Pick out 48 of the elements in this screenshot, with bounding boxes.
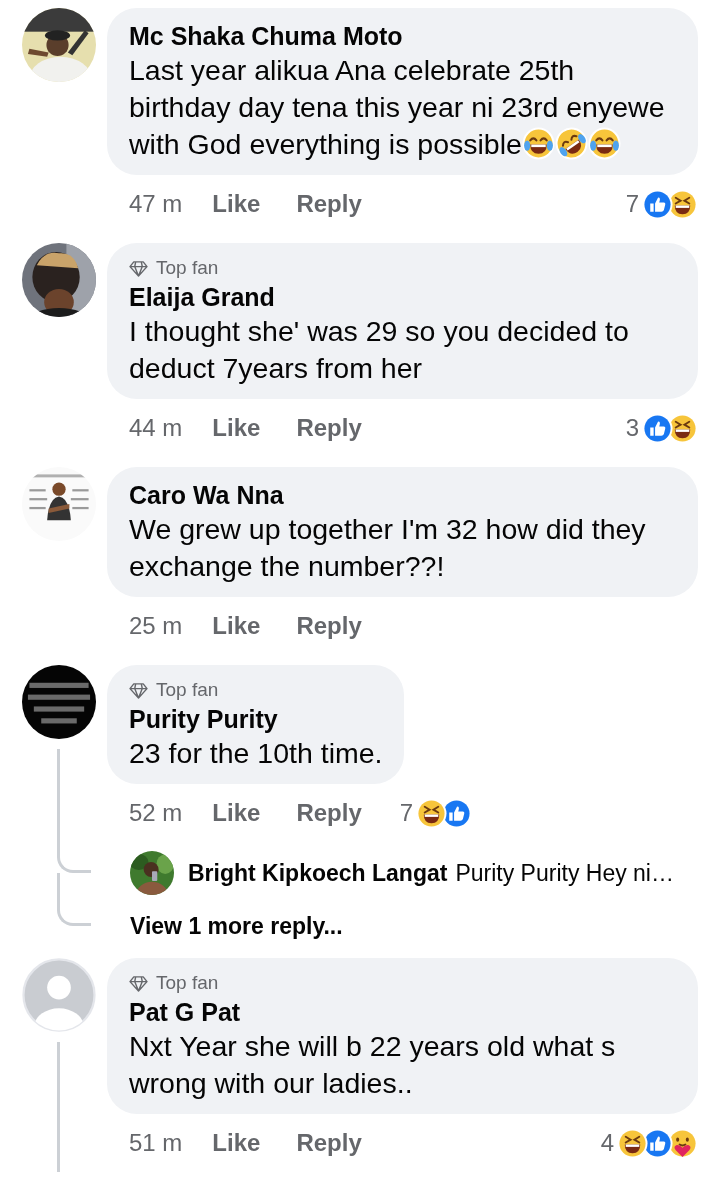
reply-link[interactable]: Reply <box>296 612 362 640</box>
reaction-count: 7 <box>625 190 639 218</box>
comment-time: 52 m <box>129 799 183 827</box>
comment-time: 25 m <box>129 612 183 640</box>
laughing-emoji-icon <box>587 127 621 160</box>
commenter-name[interactable]: Caro Wa Nna <box>129 479 676 511</box>
reply-link[interactable]: Reply <box>296 190 362 218</box>
laughing-emoji-icon <box>554 127 588 160</box>
commenter-name[interactable]: Pat G Pat <box>129 996 676 1028</box>
comment-text: We grew up together I'm 32 how did they exchange the number??! <box>129 512 647 584</box>
reply-link[interactable]: Reply <box>296 1129 362 1157</box>
thumbs-up-icon[interactable] <box>642 412 673 444</box>
reaction-count: 3 <box>625 414 639 442</box>
commenter-name[interactable]: Mc Shaka Chuma Moto <box>129 20 676 52</box>
comment-text: I thought she' was 29 so you decided to deduct 7years from her <box>129 314 630 386</box>
commenter-name[interactable]: Elaija Grand <box>129 281 676 313</box>
diamond-icon <box>129 259 148 277</box>
top-fan-label: Top fan <box>156 678 219 702</box>
comment-time: 47 m <box>129 190 183 218</box>
like-link[interactable]: Like <box>212 1129 261 1157</box>
default-avatar-icon <box>22 958 96 1032</box>
comment-text: Nxt Year she will b 22 years old what s wrong with our ladies.. <box>129 1029 617 1101</box>
comment-text: 23 for the 10th time. <box>129 736 383 771</box>
laughing-emoji-icon[interactable] <box>617 1127 648 1159</box>
view-more-replies-link[interactable]: View 1 more reply... <box>130 912 343 940</box>
reply-link[interactable]: Reply <box>296 414 362 442</box>
like-link[interactable]: Like <box>212 612 261 640</box>
diamond-icon <box>129 974 148 992</box>
laughing-emoji-icon <box>521 127 555 160</box>
comment-text: Last year alikua Ana celebrate 25th birthday day tena this year ni 23rd enyewe with God everything is possible <box>129 53 666 162</box>
reaction-count: 4 <box>600 1129 614 1157</box>
laughing-emoji-icon[interactable] <box>416 797 448 829</box>
comment-time: 51 m <box>129 1129 183 1157</box>
top-fan-label: Top fan <box>156 256 219 280</box>
reply-link[interactable]: Reply <box>296 799 362 827</box>
reply-preview[interactable]: Purity Purity Hey ni… <box>455 859 674 887</box>
like-link[interactable]: Like <box>212 414 261 442</box>
like-link[interactable]: Like <box>212 799 261 827</box>
like-link[interactable]: Like <box>212 190 261 218</box>
thread-connector <box>57 842 91 873</box>
commenter-name[interactable]: Purity Purity <box>129 703 383 735</box>
diamond-icon <box>129 681 148 699</box>
comment-time: 44 m <box>129 414 183 442</box>
reaction-count: 7 <box>399 799 414 827</box>
reply-author[interactable]: Bright Kipkoech Langat <box>188 859 448 887</box>
thread-connector <box>57 904 91 926</box>
top-fan-label: Top fan <box>156 971 219 995</box>
thumbs-up-icon[interactable] <box>642 188 673 220</box>
